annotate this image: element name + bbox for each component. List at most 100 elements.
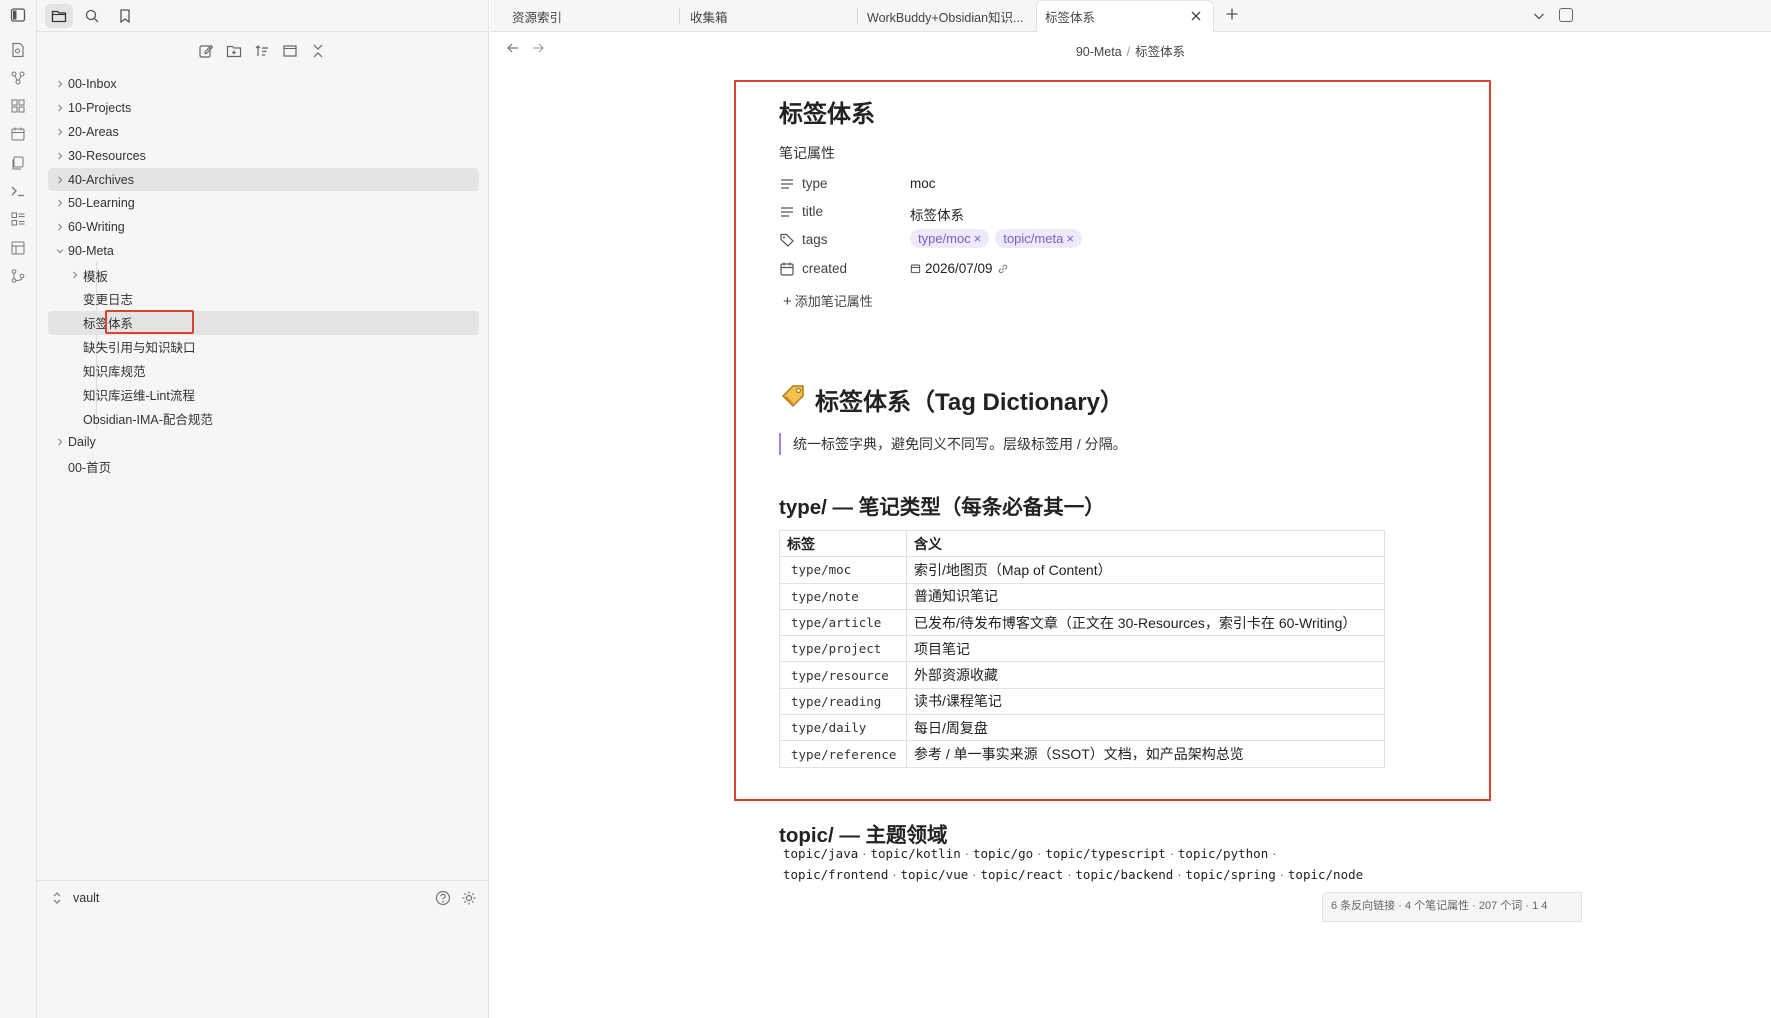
breadcrumb-folder[interactable]: 90-Meta [1076,45,1122,59]
property-title[interactable]: title 标签体系 [779,200,1429,224]
collapse-all-icon[interactable] [309,42,327,60]
chevron-right-icon[interactable] [67,267,83,283]
search-tab-icon[interactable] [78,4,106,28]
tag-pill[interactable]: type/moc × [910,229,990,248]
chevron-right-icon[interactable] [52,195,68,211]
bases-icon[interactable] [9,210,27,228]
table-cell-tag[interactable]: type/resource [779,661,907,689]
new-folder-icon[interactable] [225,42,243,60]
table-cell-meaning[interactable]: 外部资源收藏 [906,661,1385,689]
tree-folder[interactable]: Daily [48,430,479,454]
property-key[interactable]: created [802,261,847,276]
vault-switch-icon[interactable] [51,890,67,906]
topic-tag[interactable]: topic/frontend [783,867,888,882]
note-heading-1[interactable]: 标签体系（Tag Dictionary） [779,382,1124,417]
table-cell-tag[interactable]: type/article [779,608,907,637]
tree-file[interactable]: 知识库运维-Lint流程 [48,383,479,407]
property-value[interactable]: 标签体系 [910,204,964,224]
tree-file[interactable]: Obsidian-IMA-配合规范 [48,406,479,430]
property-created[interactable]: created 2026/07/09 [779,257,1429,281]
files-tab-icon[interactable] [45,4,73,28]
tree-file[interactable]: 知识库规范 [48,359,479,383]
new-note-icon[interactable] [197,42,215,60]
topic-tag[interactable]: topic/typescript [1045,846,1165,861]
table-cell-meaning[interactable]: 每日/周复盘 [906,714,1385,742]
topic-tag[interactable]: topic/backend [1075,867,1173,882]
table-cell-tag[interactable]: type/project [779,635,907,663]
tree-file[interactable]: 00-首页 [48,454,479,478]
chevron-right-icon[interactable] [52,124,68,140]
templates-icon[interactable] [9,154,27,172]
table-cell-tag[interactable]: type/reference [779,740,907,768]
tree-folder[interactable]: 10-Projects [48,96,479,120]
table-cell-tag[interactable]: type/moc [779,556,907,584]
table-cell-meaning[interactable]: 索引/地图页（Map of Content） [906,556,1385,584]
property-key[interactable]: type [802,176,828,191]
property-key[interactable]: tags [802,232,828,247]
chevron-right-icon[interactable] [52,219,68,235]
heading-topic-section[interactable]: topic/ — 主题领域 [779,818,948,848]
topic-tag[interactable]: topic/node [1288,867,1363,882]
tree-folder[interactable]: 30-Resources [48,144,479,168]
property-tags[interactable]: tags type/moc × topic/meta × [779,228,1429,252]
tree-folder[interactable]: 40-Archives [48,167,479,192]
topic-tag[interactable]: topic/go [973,846,1033,861]
property-type[interactable]: type moc [779,172,1429,196]
open-quick-switcher-icon[interactable] [9,41,27,59]
settings-gear-icon[interactable] [461,890,477,906]
add-property-button[interactable]: + 添加笔记属性 [783,291,873,310]
auto-reveal-icon[interactable] [281,42,299,60]
tree-folder[interactable]: 模板 [48,263,479,287]
chevron-right-icon[interactable] [52,172,68,188]
remove-tag-icon[interactable]: × [1066,231,1074,246]
daily-note-calendar-icon[interactable] [9,125,27,143]
help-icon[interactable] [435,890,451,906]
tab-tag-system[interactable]: 标签体系 [1036,0,1214,32]
tree-folder[interactable]: 90-Meta [48,239,479,263]
right-sidebar-toggle-icon[interactable] [1559,8,1573,22]
property-key[interactable]: title [802,204,823,219]
tab-resource-index[interactable]: 资源索引 [490,0,680,32]
canvas-icon[interactable] [9,97,27,115]
tag-pill[interactable]: topic/meta × [995,229,1082,248]
chevron-right-icon[interactable] [52,434,68,450]
tree-folder[interactable]: 20-Areas [48,120,479,144]
property-value[interactable]: moc [910,176,936,191]
git-branch-icon[interactable] [9,267,27,285]
link-icon[interactable] [997,263,1009,275]
table-cell-tag[interactable]: type/reading [779,687,907,716]
properties-heading[interactable]: 笔记属性 [779,143,835,163]
tree-folder[interactable]: 60-Writing [48,215,479,239]
table-cell-tag[interactable]: type/note [779,582,907,610]
remove-tag-icon[interactable]: × [974,231,982,246]
table-cell-meaning[interactable]: 普通知识笔记 [906,582,1385,610]
chevron-down-icon[interactable] [52,243,68,259]
table-cell-tag[interactable]: type/daily [779,714,907,742]
chevron-right-icon[interactable] [52,100,68,116]
table-cell-meaning[interactable]: 读书/课程笔记 [906,687,1385,716]
tree-folder[interactable]: 50-Learning [48,191,479,215]
bookmarks-tab-icon[interactable] [111,4,139,28]
breadcrumb-file[interactable]: 标签体系 [1135,45,1185,59]
terminal-icon[interactable] [9,182,27,200]
topic-tag[interactable]: topic/python [1178,846,1268,861]
topic-tag[interactable]: topic/java [783,846,858,861]
tab-inbox[interactable]: 收集箱 [668,0,858,32]
blockquote[interactable]: 统一标签字典，避免同义不同写。层级标签用 / 分隔。 [779,433,1127,455]
chevron-right-icon[interactable] [52,148,68,164]
note-inline-title[interactable]: 标签体系 [779,94,875,129]
sidebar-toggle-icon[interactable] [9,6,27,24]
tag-type-table[interactable]: 标签 含义 type/moc 索引/地图页（Map of Content） type… [779,529,1385,768]
tree-folder[interactable]: 00-Inbox [48,72,479,96]
date-picker-icon[interactable] [910,263,921,274]
table-cell-meaning[interactable]: 参考 / 单一事实来源（SSOT）文档，如产品架构总览 [906,740,1385,768]
table-header-cell[interactable]: 标签 [779,529,907,558]
topic-tag[interactable]: topic/vue [901,867,969,882]
table-cell-meaning[interactable]: 项目笔记 [906,635,1385,663]
property-date-value[interactable]: 2026/07/09 [910,261,1009,276]
vault-name[interactable]: vault [73,891,99,905]
tree-file[interactable]: 变更日志 [48,287,479,311]
layout-icon[interactable] [9,239,27,257]
topic-tag[interactable]: topic/kotlin [870,846,960,861]
graph-view-icon[interactable] [9,69,27,87]
